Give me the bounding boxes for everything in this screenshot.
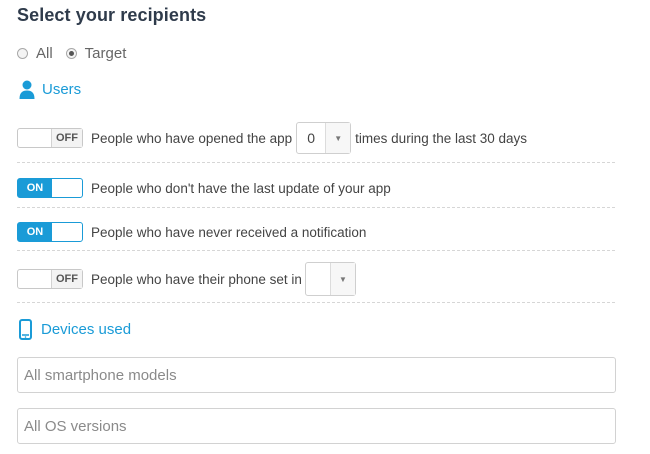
radio-option-all[interactable]: All — [17, 45, 53, 62]
chevron-down-icon: ▼ — [329, 263, 355, 295]
toggle-opened-app[interactable]: OFF — [17, 128, 83, 148]
chevron-down-icon: ▼ — [325, 123, 351, 153]
radio-all-label: All — [36, 44, 53, 62]
rule-phone-setting-text: People who have their phone set in — [91, 271, 302, 287]
toggle-last-update[interactable]: ON — [17, 178, 83, 198]
times-count-value: 0 — [307, 130, 316, 146]
os-versions-input[interactable] — [17, 408, 616, 444]
toggle-phone-setting[interactable]: OFF — [17, 269, 83, 289]
rule-never-notified: ON People who have never received a noti… — [17, 222, 366, 242]
rule-opened-app-suffix: times during the last 30 days — [355, 130, 528, 146]
audience-radio-group: All Target — [17, 44, 126, 62]
user-icon — [19, 80, 35, 99]
users-section-label: Users — [42, 81, 82, 98]
smartphone-icon — [19, 319, 32, 340]
toggle-state: ON — [18, 223, 52, 241]
devices-section-title: Devices used — [19, 319, 131, 340]
toggle-state: ON — [18, 179, 52, 197]
toggle-state: OFF — [51, 270, 82, 288]
radio-all-indicator[interactable] — [17, 47, 28, 59]
divider — [17, 207, 615, 208]
rule-never-notified-text: People who have never received a notific… — [91, 224, 367, 240]
rule-opened-app: OFF People who have opened the app 0 ▼ t… — [17, 122, 527, 154]
radio-target-label: Target — [84, 44, 127, 62]
divider — [17, 162, 615, 163]
rule-opened-app-text: People who have opened the app — [91, 130, 293, 146]
divider — [17, 302, 615, 303]
toggle-state: OFF — [51, 129, 82, 147]
devices-section-label: Devices used — [41, 321, 132, 338]
rule-last-update: ON People who don't have the last update… — [17, 178, 391, 198]
times-count-select[interactable]: 0 ▼ — [296, 122, 352, 154]
page-title: Select your recipients — [17, 5, 207, 25]
smartphone-models-input[interactable] — [17, 357, 616, 393]
radio-option-target[interactable]: Target — [65, 44, 127, 62]
rule-last-update-text: People who don't have the last update of… — [91, 180, 391, 196]
phone-language-select[interactable]: ▼ — [304, 262, 356, 296]
radio-target-indicator[interactable] — [65, 47, 77, 59]
rule-phone-setting: OFF People who have their phone set in ▼ — [17, 262, 356, 296]
users-section-title: Users — [19, 80, 81, 99]
toggle-never-notified[interactable]: ON — [17, 222, 83, 242]
divider — [17, 250, 615, 251]
